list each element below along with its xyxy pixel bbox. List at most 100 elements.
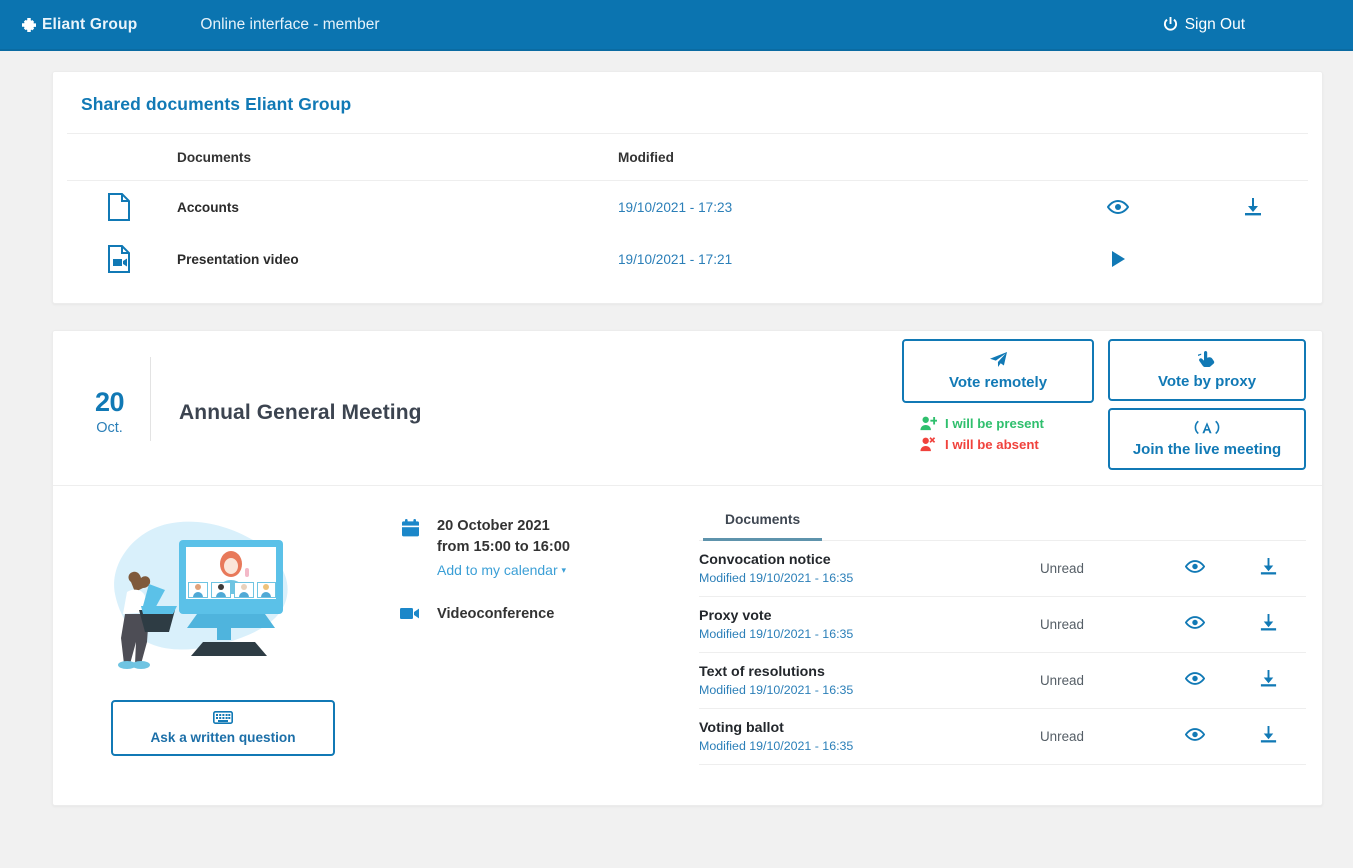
topbar-subtitle: Online interface - member	[200, 15, 380, 33]
meeting-date-badge: 20 Oct.	[69, 357, 151, 441]
ask-written-question-label: Ask a written question	[150, 730, 296, 745]
document-status: Unread	[1040, 541, 1160, 597]
play-icon	[1112, 251, 1125, 267]
meeting-actions: Vote remotely I will be present I will b…	[902, 339, 1306, 470]
meeting-date-day: 20	[94, 387, 125, 417]
view-button[interactable]	[1160, 708, 1230, 765]
document-cell: Voting ballot Modified 19/10/2021 - 16:3…	[699, 708, 1040, 765]
meeting-datetime-row: 20 October 2021 from 15:00 to 16:00 Add …	[399, 516, 689, 582]
meeting-header: 20 Oct. Annual General Meeting Vote remo…	[53, 331, 1322, 486]
add-to-calendar-link[interactable]: Add to my calendar ▾	[437, 560, 566, 580]
document-status: Unread	[1040, 652, 1160, 709]
view-button[interactable]	[1160, 652, 1230, 709]
document-status: Unread	[1040, 708, 1160, 765]
paper-plane-icon	[989, 351, 1008, 371]
row-icon-cell	[67, 181, 177, 234]
meeting-datetime-text: 20 October 2021 from 15:00 to 16:00 Add …	[437, 516, 570, 582]
meeting-date-line: 20 October 2021	[437, 518, 550, 534]
document-modified: Modified 19/10/2021 - 16:35	[699, 739, 854, 753]
document-cell: Convocation notice Modified 19/10/2021 -…	[699, 541, 1040, 597]
meeting-documents-table: Convocation notice Modified 19/10/2021 -…	[699, 541, 1306, 765]
row-icon-cell	[67, 233, 177, 285]
view-button[interactable]	[1160, 596, 1230, 653]
join-live-meeting-button[interactable]: Join the live meeting	[1108, 408, 1306, 470]
download-icon	[1260, 557, 1276, 574]
vote-remotely-button[interactable]: Vote remotely	[902, 339, 1094, 403]
top-navigation-bar: Eliant Group Online interface - member S…	[0, 0, 1353, 51]
sign-out-label: Sign Out	[1184, 15, 1245, 33]
meeting-left-column: Ask a written question	[69, 502, 399, 765]
user-times-icon	[920, 437, 936, 452]
vote-by-proxy-label: Vote by proxy	[1157, 372, 1257, 390]
broadcast-icon	[1194, 420, 1220, 438]
power-icon	[1163, 17, 1177, 31]
tab-documents[interactable]: Documents	[703, 502, 823, 541]
user-plus-icon	[920, 416, 937, 431]
document-name: Proxy vote	[699, 608, 772, 624]
table-row: Proxy vote Modified 19/10/2021 - 16:35 U…	[699, 596, 1306, 653]
puzzle-cross-icon	[22, 17, 36, 32]
document-modified: Modified 19/10/2021 - 16:35	[699, 683, 854, 697]
document-name: Convocation notice	[699, 552, 831, 568]
download-button[interactable]	[1230, 541, 1306, 597]
brand-logo[interactable]: Eliant Group	[0, 16, 137, 34]
download-button[interactable]	[1198, 181, 1308, 234]
presence-present-label: I will be present	[945, 416, 1044, 431]
presence-present-option[interactable]: I will be present	[920, 416, 1094, 431]
document-name: Accounts	[177, 199, 239, 215]
table-row: Presentation video 19/10/2021 - 17:21	[67, 233, 1308, 285]
eye-icon	[1184, 559, 1206, 573]
meeting-info-column: 20 October 2021 from 15:00 to 16:00 Add …	[399, 502, 689, 765]
calendar-icon	[401, 519, 419, 537]
file-icon	[108, 193, 130, 221]
videoconference-illustration	[114, 521, 288, 669]
download-button[interactable]	[1230, 708, 1306, 765]
table-header-row: Documents Modified	[67, 134, 1308, 181]
view-button[interactable]	[1038, 181, 1198, 234]
download-icon	[1260, 725, 1276, 742]
eye-icon	[1107, 200, 1129, 215]
keyboard-icon	[213, 711, 233, 727]
document-name: Text of resolutions	[699, 664, 825, 680]
document-modified: 19/10/2021 - 17:21	[618, 251, 733, 267]
document-status: Unread	[1040, 596, 1160, 653]
meeting-title: Annual General Meeting	[179, 401, 422, 424]
vote-by-proxy-button[interactable]: Vote by proxy	[1108, 339, 1306, 401]
brand-label: Eliant Group	[42, 15, 138, 33]
document-modified: Modified 19/10/2021 - 16:35	[699, 571, 854, 585]
shared-documents-table: Documents Modified Accounts 19/10/2021 -…	[67, 134, 1308, 285]
shared-documents-card: Shared documents Eliant Group Documents …	[52, 71, 1323, 304]
presence-absent-option[interactable]: I will be absent	[920, 437, 1094, 452]
document-name: Voting ballot	[699, 720, 784, 736]
table-row: Accounts 19/10/2021 - 17:23	[67, 181, 1308, 234]
table-row: Text of resolutions Modified 19/10/2021 …	[699, 652, 1306, 709]
view-button[interactable]	[1160, 541, 1230, 597]
download-icon	[1245, 198, 1261, 216]
table-row: Voting ballot Modified 19/10/2021 - 16:3…	[699, 708, 1306, 765]
meeting-mode-row: Videoconference	[399, 604, 689, 625]
column-icon	[67, 134, 177, 181]
ask-written-question-button[interactable]: Ask a written question	[111, 700, 335, 756]
meeting-documents-column: Documents Convocation notice Modified 19…	[689, 502, 1306, 765]
download-button[interactable]	[1230, 652, 1306, 709]
file-video-icon	[108, 245, 130, 273]
meeting-card: 20 Oct. Annual General Meeting Vote remo…	[52, 330, 1323, 806]
download-button[interactable]	[1230, 596, 1306, 653]
documents-tabbar: Documents	[699, 502, 1306, 541]
vote-remotely-label: Vote remotely	[948, 374, 1048, 391]
play-button[interactable]	[1038, 233, 1198, 285]
sign-out-button[interactable]: Sign Out	[1163, 16, 1245, 34]
document-modified: Modified 19/10/2021 - 16:35	[699, 627, 854, 641]
proxy-live-column: Vote by proxy Join the live meeting	[1108, 339, 1306, 470]
vote-remotely-column: Vote remotely I will be present I will b…	[902, 339, 1094, 452]
hand-pointer-icon	[1198, 350, 1216, 370]
meeting-body: Ask a written question 20 October 2021 f…	[53, 486, 1322, 805]
document-modified: 19/10/2021 - 17:23	[618, 199, 733, 215]
presence-absent-label: I will be absent	[945, 437, 1039, 452]
chevron-down-icon: ▾	[561, 565, 567, 576]
column-documents: Documents	[177, 134, 618, 181]
meeting-mode: Videoconference	[437, 606, 555, 623]
shared-documents-title: Shared documents Eliant Group	[67, 72, 1308, 134]
eye-icon	[1184, 671, 1206, 685]
download-icon	[1260, 613, 1276, 630]
